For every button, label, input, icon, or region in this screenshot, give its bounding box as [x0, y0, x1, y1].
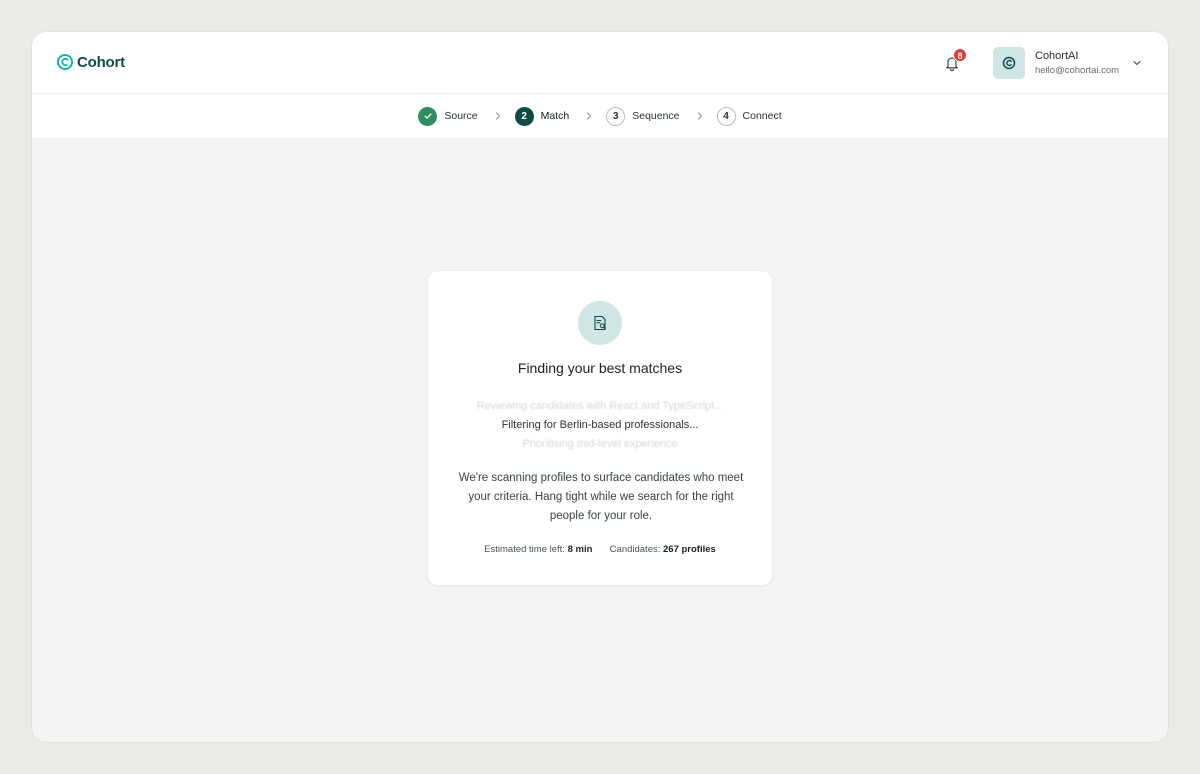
ticker-current: Filtering for Berlin-based professionals… — [501, 419, 699, 431]
top-bar: Cohort 8 CohortAI hello@cohortai.com — [32, 32, 1168, 94]
step-label: Match — [540, 110, 570, 122]
candidates-label: Candidates: — [609, 544, 661, 555]
account-name: CohortAI — [1035, 49, 1079, 62]
ticker-previous: Reviewing candidates with React and Type… — [476, 400, 724, 412]
chevron-down-icon[interactable] — [1131, 57, 1143, 69]
cohort-logo-icon — [57, 54, 73, 70]
brand-name: Cohort — [77, 53, 125, 71]
chevron-right-icon — [585, 112, 593, 120]
step-number: 2 — [514, 106, 534, 126]
step-sequence[interactable]: 3 Sequence — [606, 106, 680, 126]
step-label: Sequence — [632, 110, 680, 122]
step-number: 4 — [716, 106, 736, 126]
time-left-label: Estimated time left: — [484, 544, 565, 555]
notifications-button[interactable]: 8 — [942, 48, 967, 73]
document-search-icon — [578, 301, 622, 345]
logo[interactable]: Cohort — [56, 53, 125, 71]
card-title: Finding your best matches — [517, 360, 683, 376]
card-meta: Estimated time left: 8 min Candidates: 2… — [428, 544, 772, 555]
chevron-right-icon — [494, 112, 502, 120]
step-connect[interactable]: 4 Connect — [716, 106, 782, 126]
step-number: 3 — [606, 106, 626, 126]
cohort-avatar-icon — [1002, 56, 1016, 70]
step-match[interactable]: 2 Match — [514, 106, 570, 126]
notification-count-badge: 8 — [953, 48, 967, 62]
card-description: We're scanning profiles to surface candi… — [458, 472, 744, 522]
app-window: Cohort 8 CohortAI hello@cohortai.com Sou… — [32, 32, 1168, 742]
matching-progress-card: Finding your best matches Reviewing cand… — [427, 270, 773, 586]
account-text: CohortAI hello@cohortai.com — [1035, 49, 1119, 78]
candidates-value: 267 profiles — [663, 544, 716, 555]
step-complete-check-icon — [418, 106, 438, 126]
account-menu[interactable]: CohortAI hello@cohortai.com — [993, 47, 1143, 79]
status-ticker: Reviewing candidates with React and Type… — [428, 397, 772, 454]
progress-stepper: Source 2 Match 3 Sequence 4 Connect — [32, 94, 1168, 138]
account-email: hello@cohortai.com — [1035, 64, 1120, 76]
step-label: Connect — [742, 110, 782, 122]
time-left-value: 8 min — [567, 544, 593, 555]
step-label: Source — [444, 110, 478, 122]
chevron-right-icon — [696, 112, 704, 120]
ticker-next: Prioritising mid-level experience — [522, 438, 678, 450]
avatar — [993, 47, 1025, 79]
step-source[interactable]: Source — [418, 106, 478, 126]
